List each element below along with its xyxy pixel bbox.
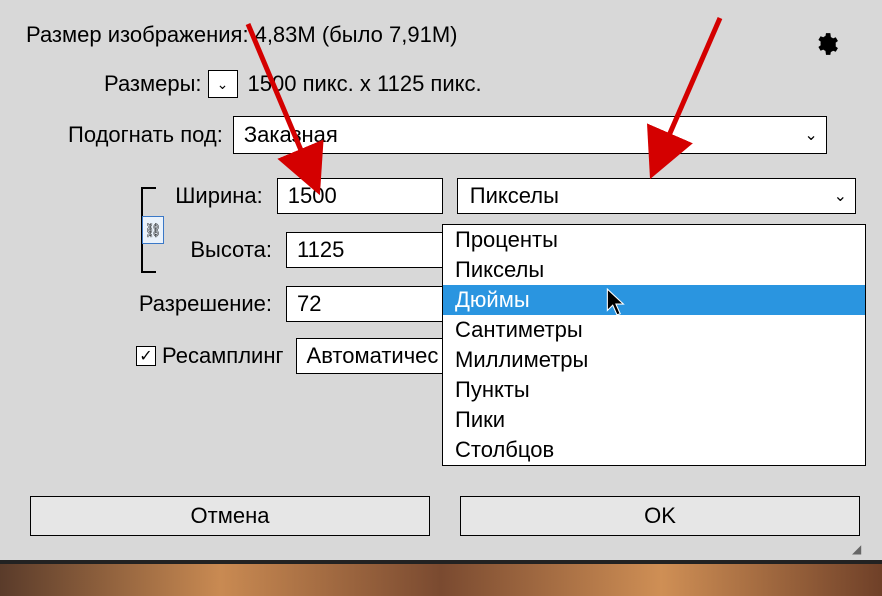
chevron-down-icon: ⌄ (804, 125, 817, 145)
cancel-button[interactable]: Отмена (30, 496, 430, 536)
resolution-input[interactable] (286, 286, 452, 322)
resample-method-select[interactable]: Автоматичес (296, 338, 454, 374)
unit-option[interactable]: Миллиметры (443, 345, 865, 375)
unit-option[interactable]: Сантиметры (443, 315, 865, 345)
resample-checkbox[interactable]: ✓ (136, 346, 156, 366)
unit-option[interactable]: Пункты (443, 375, 865, 405)
cancel-label: Отмена (191, 503, 270, 529)
resample-method-value: Автоматичес (307, 343, 439, 369)
chevron-down-icon: ⌄ (834, 186, 847, 206)
unit-option[interactable]: Пики (443, 405, 865, 435)
dialog-buttons: Отмена OK (30, 496, 860, 536)
unit-value: Пикселы (470, 183, 559, 209)
unit-option[interactable]: Пикселы (443, 255, 865, 285)
link-icon: ⛓ (144, 222, 162, 239)
resolution-label: Разрешение: (26, 291, 286, 317)
ok-label: OK (644, 503, 676, 529)
unit-dropdown[interactable]: ПроцентыПикселыДюймыСантиметрыМиллиметры… (442, 224, 866, 466)
unit-option[interactable]: Дюймы (443, 285, 865, 315)
unit-option[interactable]: Проценты (443, 225, 865, 255)
taskbar-strip (0, 560, 882, 596)
unit-option[interactable]: Столбцов (443, 435, 865, 465)
annotation-arrow-icon (630, 10, 750, 196)
fit-label: Подогнать под: (68, 122, 223, 148)
ok-button[interactable]: OK (460, 496, 860, 536)
constrain-link-icon[interactable]: ⛓ (142, 216, 164, 244)
resample-label: Ресамплинг (162, 343, 284, 369)
dimensions-label: Размеры: (104, 71, 202, 97)
image-size-label: Размер изображения: (26, 22, 249, 48)
check-icon: ✓ (139, 346, 152, 366)
height-input[interactable] (286, 232, 452, 268)
gear-icon[interactable] (812, 30, 840, 58)
annotation-arrow-icon (228, 14, 348, 210)
resize-grip-icon: ◢ (852, 542, 872, 556)
chevron-down-icon: ⌄ (217, 76, 229, 93)
